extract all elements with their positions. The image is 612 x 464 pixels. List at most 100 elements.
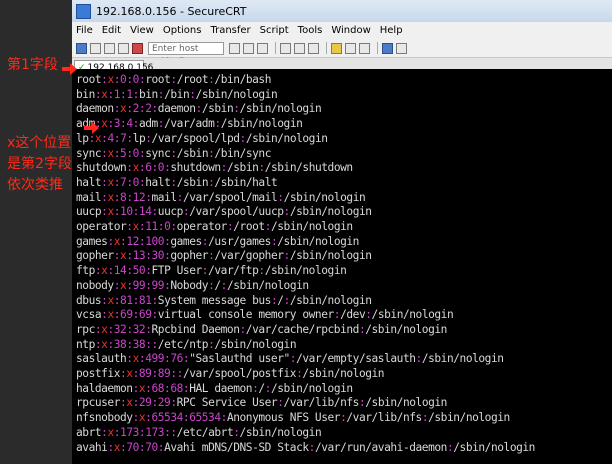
menu-bar: File Edit View Options Transfer Script T…	[72, 22, 612, 39]
passwd-field: 89	[138, 367, 152, 380]
passwd-field: 173	[120, 425, 139, 439]
passwd-field: 76	[170, 352, 183, 366]
print-icon[interactable]	[280, 42, 291, 54]
menu-transfer[interactable]: Transfer	[210, 25, 250, 36]
passwd-field: adm	[138, 117, 158, 131]
terminal-line: lp:x:4:7:lp:/var/spool/lpd:/sbin/nologin	[76, 131, 328, 146]
connect-tab-icon[interactable]	[104, 42, 115, 54]
passwd-field: /root	[233, 220, 265, 233]
sftp-icon[interactable]	[359, 42, 370, 54]
help-icon[interactable]	[382, 42, 393, 54]
passwd-field: 50	[132, 264, 146, 278]
window-title: 192.168.0.156 - SecureCRT	[96, 4, 247, 18]
passwd-field: /sbin/nologin	[421, 352, 504, 366]
host-input[interactable]: Enter host <Alt+R>	[148, 41, 224, 67]
passwd-field: saslauth	[76, 352, 127, 366]
passwd-field: 65534	[189, 411, 221, 425]
passwd-field: /sbin/nologin	[365, 322, 447, 336]
menu-window[interactable]: Window	[331, 25, 370, 36]
passwd-field: mail	[76, 190, 102, 204]
passwd-field: 69	[138, 308, 152, 322]
quick-connect-icon[interactable]	[90, 42, 101, 54]
passwd-field: 32	[132, 322, 146, 336]
paste-icon[interactable]	[243, 42, 254, 54]
menu-file[interactable]: File	[76, 25, 93, 36]
passwd-field: gopher	[170, 249, 209, 263]
settings-icon[interactable]	[308, 42, 319, 54]
passwd-field: abrt	[76, 425, 102, 439]
passwd-field: virtual console memory owner	[157, 308, 334, 322]
terminal-line: nfsnobody:x:65534:65534:Anonymous NFS Us…	[76, 410, 510, 425]
find-icon[interactable]	[257, 42, 268, 54]
terminal-output[interactable]: root:x:0:0:root:/root:/bin/bash bin:x:1:1…	[72, 69, 612, 464]
passwd-field: /var/empty/saslauth	[296, 352, 416, 366]
menu-edit[interactable]: Edit	[102, 25, 121, 36]
passwd-field: /root	[176, 73, 209, 86]
log-icon[interactable]	[294, 42, 305, 54]
arrow-icon	[84, 122, 99, 134]
menu-view[interactable]: View	[130, 25, 154, 36]
terminal-line: sync:x:5:0:sync:/sbin:/bin/sync	[76, 146, 271, 161]
keymap-icon[interactable]	[331, 42, 342, 54]
connect-icon[interactable]	[76, 42, 87, 54]
toolbar-separator	[377, 42, 378, 54]
passwd-field: 173	[145, 425, 165, 439]
disconnect-icon[interactable]	[132, 42, 143, 54]
passwd-field: 99	[132, 278, 146, 292]
passwd-field: ftp	[76, 264, 95, 278]
passwd-field: /sbin/nologin	[428, 411, 510, 425]
passwd-field: 68	[170, 381, 183, 395]
passwd-field: /sbin/nologin	[365, 396, 447, 410]
terminal-line: daemon:x:2:2:daemon:/sbin:/sbin/nologin	[76, 101, 322, 116]
passwd-field: 10	[120, 205, 133, 219]
annotation-field2-line1: x这个位置	[7, 135, 72, 151]
passwd-field: /bin/sync	[214, 146, 271, 160]
options-icon[interactable]	[345, 42, 356, 54]
reconnect-icon[interactable]	[118, 42, 129, 54]
passwd-field: haldaemon	[76, 381, 133, 395]
passwd-field: shutdown	[170, 161, 221, 175]
passwd-field: sync	[145, 146, 171, 160]
passwd-field: nobody	[76, 278, 114, 292]
terminal-line: bin:x:1:1:bin:/bin:/sbin/nologin	[76, 87, 278, 102]
passwd-field: /var/lib/nfs	[283, 396, 360, 410]
passwd-field: /sbin/nologin	[245, 131, 328, 145]
passwd-field: 12	[126, 234, 139, 248]
passwd-field: gopher	[76, 249, 114, 263]
terminal-line: operator:x:11:0:operator:/root:/sbin/nol…	[76, 219, 353, 234]
passwd-field: root	[76, 73, 102, 86]
securecrt-window: 192.168.0.156 - SecureCRT File Edit View…	[72, 0, 612, 464]
passwd-field: 65534	[151, 411, 183, 425]
passwd-field: /var/lib/nfs	[346, 411, 422, 425]
passwd-field: /dev	[340, 308, 366, 322]
passwd-field: 38	[132, 337, 146, 351]
passwd-field: 69	[120, 308, 133, 322]
passwd-field: operator	[176, 220, 228, 233]
passwd-field: /sbin/nologin	[289, 249, 372, 263]
passwd-field: postfix	[76, 367, 120, 380]
passwd-field: ntp	[76, 337, 95, 351]
passwd-field: /sbin/nologin	[453, 440, 535, 454]
passwd-field: /sbin/nologin	[214, 337, 297, 351]
menu-options[interactable]: Options	[163, 25, 202, 36]
passwd-field: Rpcbind Daemon	[151, 322, 240, 336]
passwd-field: 81	[138, 293, 152, 307]
menu-help[interactable]: Help	[380, 25, 403, 36]
terminal-line: gopher:x:13:30:gopher:/var/gopher:/sbin/…	[76, 248, 372, 263]
passwd-field: 499	[145, 352, 165, 366]
passwd-field: 14	[113, 264, 127, 278]
menu-script[interactable]: Script	[260, 25, 289, 36]
passwd-field: 29	[157, 396, 171, 410]
chat-window-icon[interactable]	[396, 42, 407, 54]
passwd-field: /var/ftp	[208, 264, 259, 278]
copy-icon[interactable]	[229, 42, 240, 54]
passwd-field: /sbin	[176, 146, 209, 160]
terminal-line: halt:x:7:0:halt:/sbin:/sbin/halt	[76, 175, 278, 190]
passwd-field: /var/adm	[164, 117, 215, 131]
passwd-field: /bin/bash	[214, 73, 271, 86]
annotation-field2-line3: 依次类推	[7, 177, 63, 193]
toolbar-separator	[326, 42, 327, 54]
arrow-icon	[62, 63, 77, 75]
passwd-field: uucp	[76, 205, 102, 219]
menu-tools[interactable]: Tools	[298, 25, 323, 36]
